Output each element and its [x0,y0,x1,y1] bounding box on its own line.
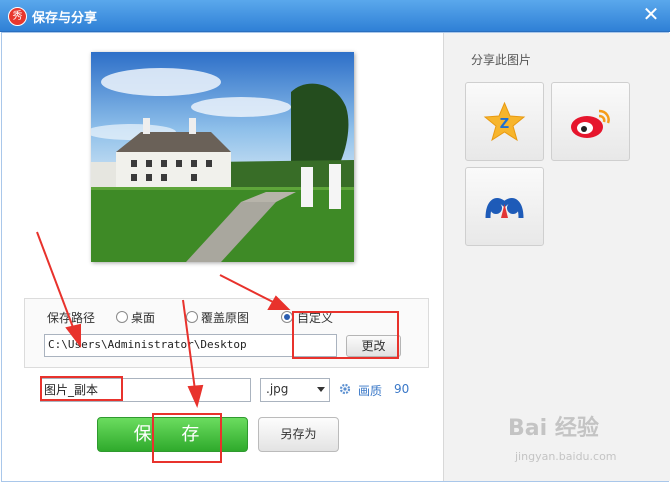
radio-custom[interactable] [281,311,293,323]
save-button[interactable]: 保 存 [97,417,248,452]
radio-overwrite-label[interactable]: 覆盖原图 [201,309,249,326]
quality-label[interactable]: 画质 [358,382,382,399]
share-qzone-button[interactable]: Z [465,82,544,161]
change-path-button[interactable]: 更改 [346,335,401,357]
gear-icon[interactable] [339,383,351,395]
renren-icon [485,198,524,219]
watermark-logo: Bai 经验 [508,416,599,441]
save-path-label: 保存路径 [47,311,96,325]
watermark-url: jingyan.baidu.com [515,450,617,463]
file-name-input[interactable]: 图片_副本 [40,378,251,402]
format-select[interactable]: .jpg [260,378,330,402]
radio-custom-label[interactable]: 自定义 [297,309,333,326]
svg-text:Z: Z [500,117,509,132]
title-bar: 秀 保存与分享 ✕ [0,0,670,32]
qzone-icon: Z [483,101,526,142]
quality-value: 90 [394,382,410,396]
share-title: 分享此图片 [471,53,532,67]
close-icon[interactable]: ✕ [640,3,662,25]
radio-desktop-label[interactable]: 桌面 [131,309,155,326]
save-path-panel: 保存路径 桌面 覆盖原图 自定义 C:\Users\Administrator\… [24,298,429,368]
share-weibo-button[interactable] [551,82,630,161]
share-renren-button[interactable] [465,167,544,246]
save-as-button[interactable]: 另存为 [258,417,339,452]
chevron-down-icon [317,387,325,392]
radio-overwrite[interactable] [186,311,198,323]
preview-image [91,52,354,262]
save-path-input[interactable]: C:\Users\Administrator\Desktop [44,334,337,357]
weibo-icon [571,109,610,138]
app-logo-icon: 秀 [8,7,27,26]
save-pane: 保存路径 桌面 覆盖原图 自定义 C:\Users\Administrator\… [2,33,443,481]
format-select-value: .jpg [266,382,289,396]
window-title: 保存与分享 [32,11,98,26]
radio-desktop[interactable] [116,311,128,323]
